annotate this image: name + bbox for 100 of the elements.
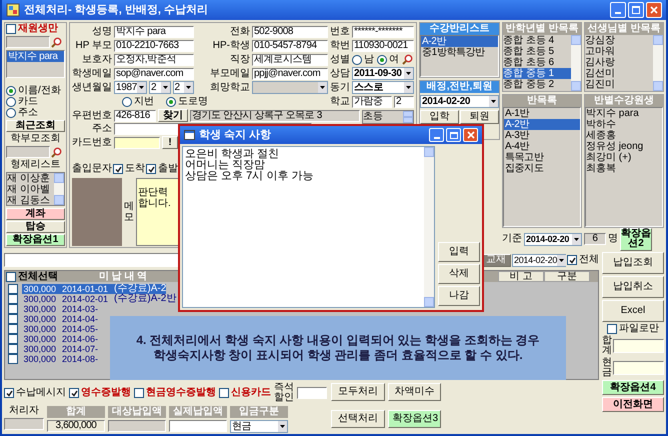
list-item[interactable]: 종합 중등 2 <box>503 79 571 90</box>
button[interactable]: 확장옵션4 <box>602 380 664 395</box>
date-cell: 2014-04- <box>62 314 98 324</box>
recent-search-button[interactable]: 최근조회 <box>6 120 65 132</box>
date-cell: 2014-06- <box>62 334 98 344</box>
button[interactable]: 계좌 <box>6 208 65 220</box>
input-field[interactable]: 110930-0021 <box>352 40 414 52</box>
list-item[interactable]: 집중지도 <box>504 163 580 174</box>
list-item[interactable]: 종합 초등 4 <box>503 35 571 46</box>
list-item[interactable]: 김선미 <box>585 68 653 79</box>
input-field[interactable]: ppjj@naver.com <box>252 68 328 80</box>
dropdown[interactable]: 2011-09-30 <box>352 67 414 80</box>
button[interactable]: 납입취소 <box>602 276 664 298</box>
list-item[interactable]: 특목고반 <box>504 152 580 163</box>
window-title: 전체처리- 학생등록, 반배정, 수납처리 <box>24 2 208 18</box>
button[interactable]: 입력 <box>438 242 480 262</box>
list-item[interactable]: 재 이아벨 <box>7 184 54 195</box>
list-item[interactable]: A-1반 <box>504 108 580 119</box>
date-cell: 2014-01-01 <box>62 284 108 294</box>
table-row[interactable]: 300,000 2014-08- <box>22 354 98 364</box>
panel-header: 반학년별 반목록 <box>503 23 581 35</box>
field-label: 보호자 <box>81 54 112 64</box>
list-item[interactable]: 중1방학특강반 <box>421 47 498 58</box>
amount-cell: 300,000 <box>22 304 56 314</box>
dropdown[interactable]: 스스로 <box>352 81 414 94</box>
button[interactable]: 탑승 <box>6 221 65 233</box>
button[interactable]: Excel <box>602 300 664 322</box>
list-item[interactable]: 김사랑 <box>585 57 653 68</box>
list-item[interactable]: 정유성 jeong <box>586 141 662 152</box>
list-item[interactable]: A-2반 <box>504 119 580 130</box>
column-header: 합계 <box>47 406 105 418</box>
list-item[interactable]: 종합 초등 6 <box>503 57 571 68</box>
list-item[interactable]: 종합 초등 5 <box>503 46 571 57</box>
dropdown[interactable]: 2 <box>149 81 170 94</box>
card-button[interactable]: ! <box>162 136 178 149</box>
amount-cell: 300,000 <box>22 324 56 334</box>
button[interactable]: 삭제 <box>438 264 480 284</box>
dropdown[interactable]: 2014-02-20 <box>524 232 582 246</box>
list-item[interactable]: A-2반 <box>421 36 498 47</box>
button[interactable]: 퇴원 <box>460 110 499 124</box>
dropdown[interactable]: 1987 <box>114 81 147 94</box>
input-field[interactable]: 502-9008 <box>252 26 328 38</box>
list-item[interactable]: 최강미 (+) <box>586 152 662 163</box>
dropdown[interactable]: 2014-02-20 <box>512 254 566 266</box>
field-label: 상담 <box>330 68 350 78</box>
checkbox-label: 도착 <box>125 164 145 174</box>
field-label: 출입문자 <box>72 164 112 174</box>
list-item[interactable]: 세종홍 <box>586 130 662 141</box>
button[interactable]: 확장옵션3 <box>388 410 441 428</box>
list-item[interactable]: A-4반 <box>504 141 580 152</box>
button[interactable]: 모두처리 <box>331 383 384 401</box>
table-row[interactable]: 300,000 2014-06- <box>22 334 98 344</box>
notes-text-area[interactable]: 오은비 학생과 절친 어머니는 직장맘 상담은 오후 7시 이후 가능 <box>182 146 435 308</box>
amount-cell: 300,000 <box>22 334 56 344</box>
input-field[interactable]: ******-******* <box>352 26 414 38</box>
list-item[interactable]: 박하수 <box>586 119 662 130</box>
extension-button[interactable]: 확장옵션2 <box>620 228 652 250</box>
input-field[interactable]: 010-5457-8794 <box>252 40 328 52</box>
list-item[interactable]: 강심장 <box>585 35 653 46</box>
table-row[interactable]: 300,000 2014-02-01 (수강료)A-2반 <box>22 294 176 304</box>
list-item[interactable]: 박지수 para <box>586 108 662 119</box>
table-row[interactable]: 300,000 2014-05- <box>22 324 98 334</box>
list-item[interactable]: A-3반 <box>504 130 580 141</box>
list-item[interactable]: 최홍복 <box>586 163 662 174</box>
list-item[interactable]: 고마워 <box>585 46 653 57</box>
radio-label: 도로명 <box>178 96 208 106</box>
find-button[interactable]: 찾기 <box>158 109 188 122</box>
dropdown[interactable]: 2014-02-20 <box>420 95 499 108</box>
button[interactable]: 차액미수 <box>388 383 441 401</box>
list-item[interactable]: 박지수 para <box>7 51 64 62</box>
checkbox-label: 영수증발행 <box>81 388 131 398</box>
list-item[interactable]: 종합 중등 1 <box>503 68 571 79</box>
radio-label: 남 <box>364 54 374 64</box>
input-field[interactable]: 6 <box>584 233 606 245</box>
table-row[interactable]: 300,000 2014-04- <box>22 314 98 324</box>
button[interactable]: 확장옵션1 <box>6 234 65 246</box>
button[interactable]: 납입조회 <box>602 252 664 274</box>
table-row[interactable]: 300,000 2014-03- <box>22 304 98 314</box>
button[interactable]: 선택처리 <box>331 410 384 428</box>
checkbox-label: 현금영수증발행 <box>146 388 216 398</box>
button[interactable]: 나감 <box>438 286 480 306</box>
input-field[interactable]: 2 <box>394 96 414 108</box>
input-field[interactable]: 426-816 <box>114 110 156 122</box>
input-field[interactable]: sop@naver.com <box>114 68 194 80</box>
list-item[interactable]: 김진미 <box>585 79 653 90</box>
list-item[interactable]: 재 김동스 <box>7 195 54 205</box>
date-cell: 2014-05- <box>62 324 98 334</box>
table-row[interactable]: 300,000 2014-07- <box>22 344 98 354</box>
input-field[interactable]: 3,600,000 <box>47 420 105 432</box>
button[interactable]: 이전화면 <box>602 397 664 412</box>
field-label: 성명 <box>91 26 112 36</box>
radio-label: 카드 <box>18 97 38 107</box>
dropdown[interactable]: 2 <box>172 81 194 94</box>
checkbox-label: 전체 <box>579 255 599 265</box>
list-item[interactable]: 재 이상훈 <box>7 173 54 184</box>
input-field[interactable]: 010-2210-7663 <box>114 40 194 52</box>
date-cell: 2014-07- <box>62 344 98 354</box>
dropdown[interactable]: 현금 <box>230 420 288 433</box>
button[interactable]: 입학 <box>420 110 459 124</box>
table-row[interactable]: 300,000 2014-01-01 (수강료)A-2 <box>22 284 166 294</box>
